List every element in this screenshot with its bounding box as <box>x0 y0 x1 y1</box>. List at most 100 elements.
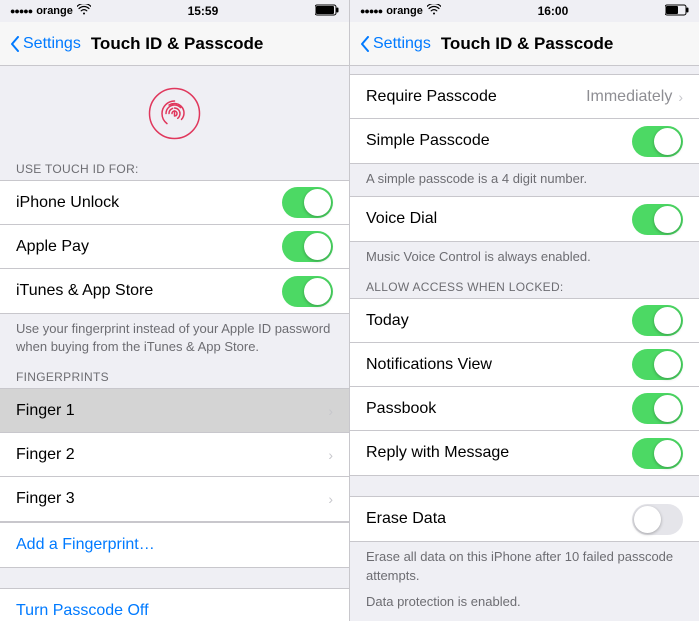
table-row[interactable]: Voice Dial <box>350 197 699 241</box>
left-screen: ●●●●● orange 15:59 <box>0 0 350 621</box>
simple-passcode-toggle[interactable] <box>632 126 683 157</box>
table-row[interactable]: Finger 3 › <box>0 477 349 521</box>
top-rows-group: Require Passcode Immediately › Simple Pa… <box>350 74 699 164</box>
itunes-app-store-label: iTunes & App Store <box>16 282 282 300</box>
iphone-unlock-label: iPhone Unlock <box>16 194 282 212</box>
table-row[interactable]: Apple Pay <box>0 225 349 269</box>
left-status-right <box>315 4 339 19</box>
table-row[interactable]: Today <box>350 299 699 343</box>
right-status-bar: ●●●●● orange 16:00 <box>350 0 699 22</box>
passcode-actions-group: Turn Passcode Off Change Passcode <box>0 588 349 621</box>
fingerprint-icon <box>147 86 202 141</box>
finger2-label: Finger 2 <box>16 446 328 464</box>
table-row[interactable]: Finger 1 › <box>0 389 349 433</box>
passbook-label: Passbook <box>366 400 632 418</box>
table-row[interactable]: Notifications View <box>350 343 699 387</box>
erase-data-group: Erase Data <box>350 496 699 542</box>
left-status-bar: ●●●●● orange 15:59 <box>0 0 349 22</box>
right-signal: ●●●●● <box>360 6 382 16</box>
right-back-label: Settings <box>373 35 431 53</box>
erase-data-note2: Data protection is enabled. <box>350 593 699 619</box>
finger3-label: Finger 3 <box>16 490 328 508</box>
notifications-view-toggle[interactable] <box>632 349 683 380</box>
iphone-unlock-toggle[interactable] <box>282 187 333 218</box>
lock-rows-group: Today Notifications View Passbook Reply … <box>350 298 699 476</box>
table-row[interactable]: Passbook <box>350 387 699 431</box>
right-nav-title: Touch ID & Passcode <box>441 34 614 54</box>
notifications-view-label: Notifications View <box>366 356 632 374</box>
right-carrier: orange <box>386 5 423 17</box>
chevron-icon: › <box>678 89 683 105</box>
passbook-toggle[interactable] <box>632 393 683 424</box>
table-row[interactable]: Turn Passcode Off <box>0 589 349 621</box>
reply-with-message-label: Reply with Message <box>366 444 632 462</box>
toggle-knob <box>304 189 331 216</box>
reply-with-message-toggle[interactable] <box>632 438 683 469</box>
itunes-toggle[interactable] <box>282 276 333 307</box>
fingerprints-header: FINGERPRINTS <box>0 364 349 388</box>
toggle-knob <box>634 506 661 533</box>
fingerprint-area <box>0 66 349 156</box>
today-toggle[interactable] <box>632 305 683 336</box>
table-row[interactable]: Simple Passcode <box>350 119 699 163</box>
chevron-icon: › <box>328 447 333 463</box>
left-nav-title: Touch ID & Passcode <box>91 34 264 54</box>
toggle-knob <box>654 307 681 334</box>
right-time: 16:00 <box>538 4 569 18</box>
toggle-knob <box>304 278 331 305</box>
voice-dial-label: Voice Dial <box>366 210 632 228</box>
table-row[interactable]: Finger 2 › <box>0 433 349 477</box>
right-battery-icon <box>665 4 689 19</box>
touch-id-note: Use your fingerprint instead of your App… <box>0 314 349 364</box>
toggle-knob <box>654 351 681 378</box>
right-wifi-icon <box>427 4 441 18</box>
erase-data-note1: Erase all data on this iPhone after 10 f… <box>350 542 699 592</box>
right-back-button[interactable]: Settings <box>360 35 431 53</box>
use-touch-id-header: USE TOUCH ID FOR: <box>0 156 349 180</box>
table-row[interactable]: Add a Fingerprint… <box>0 523 349 567</box>
finger1-label: Finger 1 <box>16 402 328 420</box>
toggle-knob <box>654 440 681 467</box>
simple-passcode-note: A simple passcode is a 4 digit number. <box>350 164 699 196</box>
right-status-left: ●●●●● orange <box>360 4 441 18</box>
toggle-knob <box>654 395 681 422</box>
apple-pay-label: Apple Pay <box>16 238 282 256</box>
right-screen: ●●●●● orange 16:00 <box>350 0 699 621</box>
turn-passcode-off-label: Turn Passcode Off <box>16 602 333 620</box>
left-back-button[interactable]: Settings <box>10 35 81 53</box>
require-passcode-value: Immediately <box>586 88 672 106</box>
add-fingerprint-label: Add a Fingerprint… <box>16 536 333 554</box>
voice-dial-toggle[interactable] <box>632 204 683 235</box>
table-row[interactable]: Erase Data <box>350 497 699 541</box>
fingerprints-group: Finger 1 › Finger 2 › Finger 3 › <box>0 388 349 522</box>
spacer <box>0 568 349 588</box>
left-wifi-icon <box>77 4 91 18</box>
right-nav-bar: Settings Touch ID & Passcode <box>350 22 699 66</box>
left-back-label: Settings <box>23 35 81 53</box>
right-status-right <box>665 4 689 19</box>
today-label: Today <box>366 312 632 330</box>
voice-dial-group: Voice Dial <box>350 196 699 242</box>
left-nav-bar: Settings Touch ID & Passcode <box>0 22 349 66</box>
toggle-knob <box>654 206 681 233</box>
left-signal: ●●●●● <box>10 6 32 16</box>
erase-data-toggle[interactable] <box>632 504 683 535</box>
table-row[interactable]: iPhone Unlock <box>0 181 349 225</box>
toggle-knob <box>654 128 681 155</box>
erase-data-label: Erase Data <box>366 510 632 528</box>
apple-pay-toggle[interactable] <box>282 231 333 262</box>
touch-id-group: iPhone Unlock Apple Pay iTunes & App Sto… <box>0 180 349 314</box>
voice-dial-note: Music Voice Control is always enabled. <box>350 242 699 274</box>
table-row[interactable]: Require Passcode Immediately › <box>350 75 699 119</box>
chevron-icon: › <box>328 491 333 507</box>
table-row[interactable]: Reply with Message <box>350 431 699 475</box>
right-content: Require Passcode Immediately › Simple Pa… <box>350 66 699 621</box>
simple-passcode-label: Simple Passcode <box>366 132 632 150</box>
chevron-icon: › <box>328 403 333 419</box>
toggle-knob <box>304 233 331 260</box>
table-row[interactable]: iTunes & App Store <box>0 269 349 313</box>
left-status-left: ●●●●● orange <box>10 4 91 18</box>
allow-access-header: ALLOW ACCESS WHEN LOCKED: <box>350 274 699 298</box>
left-carrier: orange <box>36 5 73 17</box>
add-fingerprint-group: Add a Fingerprint… <box>0 522 349 568</box>
